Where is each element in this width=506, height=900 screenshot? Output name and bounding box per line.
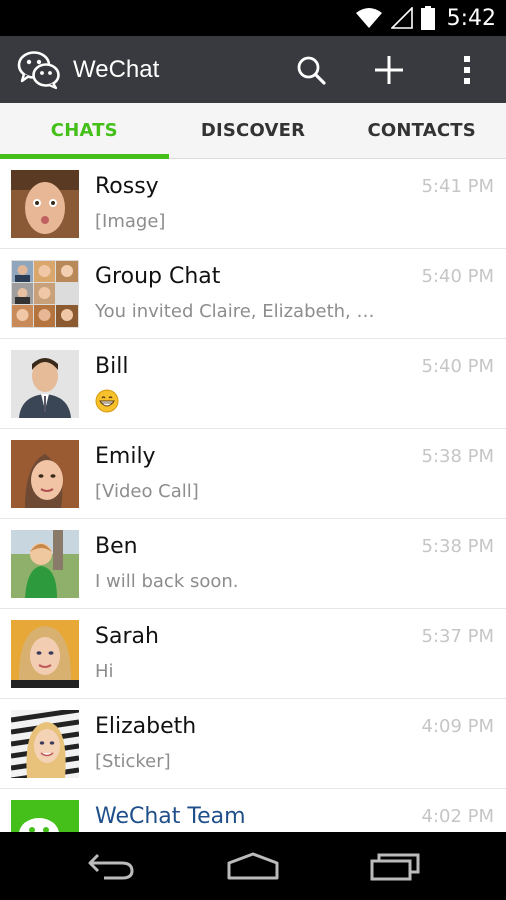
chat-name: Elizabeth — [95, 714, 197, 739]
chat-preview: [Image] — [95, 211, 166, 232]
tab-contacts[interactable]: CONTACTS — [337, 103, 506, 158]
home-button[interactable] — [213, 841, 293, 891]
signal-icon — [390, 7, 413, 29]
group-avatar — [11, 260, 79, 328]
avatar — [11, 350, 79, 418]
clock: 5:42 — [446, 5, 496, 31]
chat-time: 5:40 PM — [421, 356, 494, 377]
home-icon — [227, 852, 279, 880]
chat-preview: I will back soon. — [95, 571, 239, 592]
avatar — [11, 710, 79, 778]
chat-time: 5:38 PM — [421, 536, 494, 557]
chat-list: Rossy 5:41 PM [Image] Group Chat 5:40 PM… — [0, 159, 506, 832]
chat-row-ben[interactable]: Ben 5:38 PM I will back soon. — [0, 519, 506, 609]
wechat-team-avatar — [11, 800, 79, 832]
chat-row-emily[interactable]: Emily 5:38 PM [Video Call] — [0, 429, 506, 519]
chat-row-bill[interactable]: Bill 5:40 PM — [0, 339, 506, 429]
add-button[interactable] — [350, 36, 428, 103]
action-bar: WeChat — [0, 36, 506, 103]
avatar — [11, 620, 79, 688]
tab-discover[interactable]: DISCOVER — [169, 103, 338, 158]
grinning-emoji-icon — [95, 389, 119, 413]
chat-name: Bill — [95, 354, 129, 379]
chat-row-rossy[interactable]: Rossy 5:41 PM [Image] — [0, 159, 506, 249]
chat-preview: Hi — [95, 661, 114, 682]
chat-preview: [Video Call] — [95, 481, 199, 502]
chat-row-elizabeth[interactable]: Elizabeth 4:09 PM [Sticker] — [0, 699, 506, 789]
battery-icon — [420, 6, 435, 30]
chat-time: 5:37 PM — [421, 626, 494, 647]
chat-time: 4:09 PM — [421, 716, 494, 737]
status-bar: 5:42 — [0, 0, 506, 36]
chat-time: 5:38 PM — [421, 446, 494, 467]
recents-icon — [370, 853, 420, 881]
plus-icon — [375, 55, 403, 84]
back-icon — [88, 853, 134, 880]
chat-preview: [Sticker] — [95, 751, 171, 772]
chat-time: 5:41 PM — [421, 176, 494, 197]
back-button[interactable] — [71, 841, 151, 891]
chat-name: Emily — [95, 444, 156, 469]
chat-row-wechat-team[interactable]: WeChat Team 4:02 PM — [0, 789, 506, 832]
avatar — [11, 530, 79, 598]
search-button[interactable] — [272, 36, 350, 103]
navigation-bar — [0, 832, 506, 900]
avatar — [11, 170, 79, 238]
search-icon — [297, 56, 326, 85]
chat-row-group-chat[interactable]: Group Chat 5:40 PM You invited Claire, E… — [0, 249, 506, 339]
chat-name: Rossy — [95, 174, 159, 199]
chat-name: Sarah — [95, 624, 159, 649]
app-title: WeChat — [73, 55, 160, 83]
chat-name: Ben — [95, 534, 138, 559]
recents-button[interactable] — [355, 841, 435, 891]
overflow-menu-icon — [464, 55, 470, 84]
chat-time: 5:40 PM — [421, 266, 494, 287]
overflow-menu-button[interactable] — [428, 36, 506, 103]
avatar — [11, 440, 79, 508]
wifi-icon — [355, 8, 382, 28]
tab-chats[interactable]: CHATS — [0, 103, 169, 159]
wechat-logo-icon[interactable] — [17, 48, 61, 92]
tab-bar: CHATS DISCOVER CONTACTS — [0, 103, 506, 159]
chat-time: 4:02 PM — [421, 806, 494, 827]
chat-name: Group Chat — [95, 264, 221, 289]
chat-name: WeChat Team — [95, 804, 246, 829]
chat-preview: You invited Claire, Elizabeth, E... — [95, 301, 375, 322]
chat-row-sarah[interactable]: Sarah 5:37 PM Hi — [0, 609, 506, 699]
